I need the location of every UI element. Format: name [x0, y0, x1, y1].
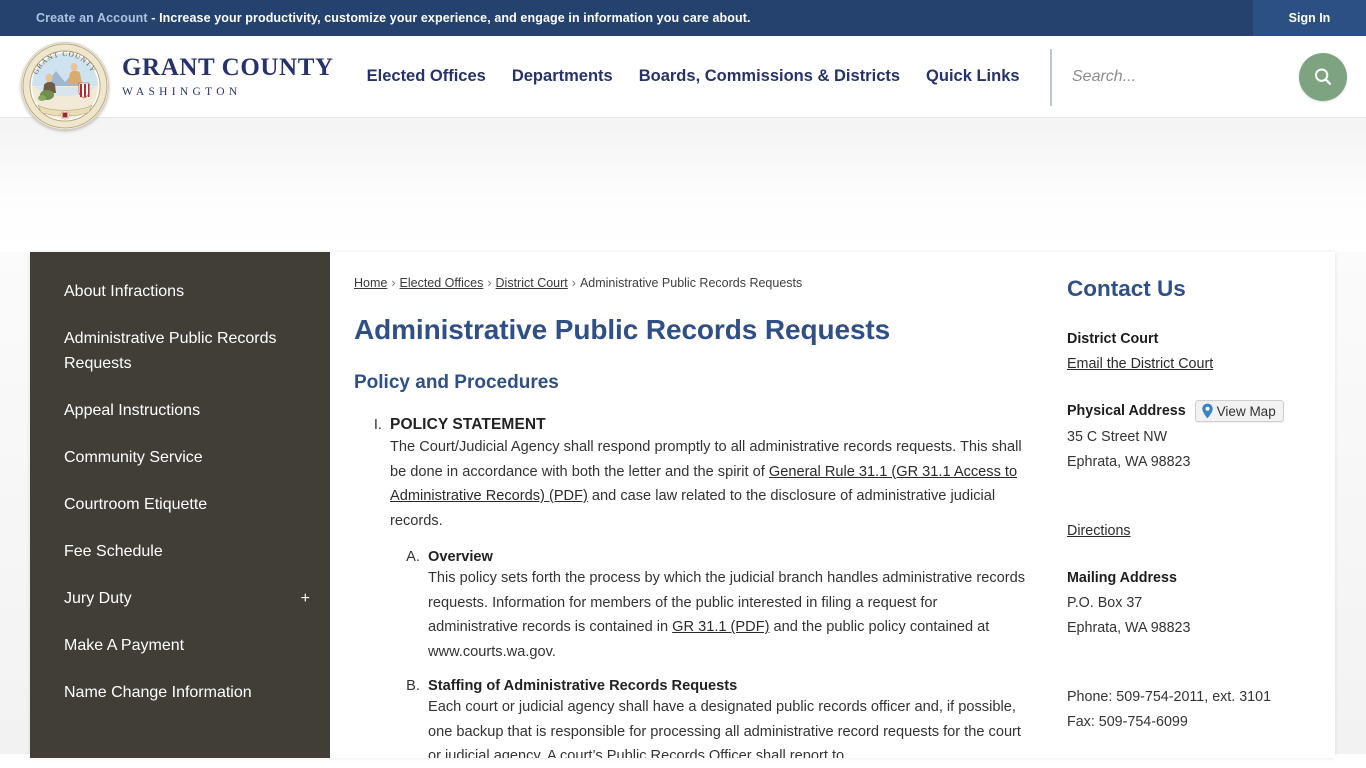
sidebar-item-label: Administrative Public Records Requests: [64, 330, 277, 372]
create-account-link[interactable]: Create an Account: [36, 11, 148, 25]
brand-block[interactable]: GRANT COUNTY WASHINGTON: [122, 55, 334, 99]
sidebar-item-administrative-public-records-requests[interactable]: Administrative Public Records Requests: [30, 315, 330, 387]
breadcrumb-item-elected-offices[interactable]: Elected Offices: [400, 276, 484, 290]
sidebar-item-label: Community Service: [64, 449, 203, 466]
contact-sidebar: Contact Us District Court Email the Dist…: [1055, 252, 1335, 758]
sidebar-item-community-service[interactable]: Community Service: [30, 434, 330, 481]
sidebar-item-fee-schedule[interactable]: Fee Schedule: [30, 528, 330, 575]
gr-31-1-pdf-link[interactable]: GR 31.1 (PDF): [672, 619, 769, 635]
sidebar-item-appeal-instructions[interactable]: Appeal Instructions: [30, 387, 330, 434]
policy-outline-level-2: Overview This policy sets forth the proc…: [424, 549, 1025, 758]
mailing-address-line-1: P.O. Box 37: [1067, 595, 1143, 611]
nav-item-elected-offices[interactable]: Elected Offices: [367, 67, 486, 86]
physical-address-header: Physical Address View Map: [1067, 400, 1311, 422]
grant-county-seal-logo[interactable]: GRANT COUNTY: [21, 42, 109, 130]
section-navigation-sidebar: About Infractions Administrative Public …: [30, 252, 330, 758]
physical-address-line-1: 35 C Street NW: [1067, 429, 1168, 445]
hero-banner-area: [0, 118, 1366, 252]
sidebar-item-label: Appeal Instructions: [64, 402, 201, 419]
subsection-paragraph: This policy sets forth the process by wh…: [428, 566, 1025, 664]
brand-subtitle: WASHINGTON: [122, 85, 242, 98]
physical-address-label: Physical Address: [1067, 403, 1186, 419]
section-paragraph: The Court/Judicial Agency shall respond …: [390, 435, 1025, 533]
main-navigation: Elected Offices Departments Boards, Comm…: [367, 67, 1020, 86]
search-input[interactable]: [1072, 68, 1272, 86]
site-header: GRANT COUNTY GRANT COUNTY WASHINGTON Ele…: [0, 36, 1366, 130]
page-body: About Infractions Administrative Public …: [0, 252, 1366, 758]
email-district-court-link[interactable]: Email the District Court: [1067, 353, 1213, 375]
search-divider: [1050, 48, 1052, 106]
view-map-button[interactable]: View Map: [1194, 400, 1284, 422]
policy-outline-level-1: POLICY STATEMENT The Court/Judicial Agen…: [386, 416, 1025, 758]
breadcrumb-item-home[interactable]: Home: [354, 276, 387, 290]
nav-item-boards-commissions-districts[interactable]: Boards, Commissions & Districts: [639, 67, 900, 86]
sidebar-item-label: Courtroom Etiquette: [64, 496, 208, 513]
content-card: About Infractions Administrative Public …: [30, 252, 1335, 758]
sidebar-item-label: Jury Duty: [64, 590, 132, 607]
physical-address-line-2: Ephrata, WA 98823: [1067, 454, 1191, 470]
utility-bar-text: - Increase your productivity, customize …: [147, 11, 751, 25]
sidebar-item-label: Fee Schedule: [64, 543, 163, 560]
policy-subsection-overview: Overview This policy sets forth the proc…: [424, 549, 1025, 664]
main-content: Home › Elected Offices › District Court › Admi…: [330, 252, 1055, 758]
sidebar-item-label: Make A Payment: [64, 637, 185, 654]
page-title: Administrative Public Records Requests: [354, 314, 891, 345]
seal-graphic: GRANT COUNTY: [22, 43, 108, 129]
directions-row: Directions: [1067, 520, 1311, 542]
sidebar-item-label: Name Change Information: [64, 684, 252, 701]
policy-subsection-staffing: Staffing of Administrative Records Reque…: [424, 678, 1025, 758]
directions-link[interactable]: Directions: [1067, 520, 1131, 542]
contact-heading: Contact Us: [1067, 276, 1186, 301]
brand-title: GRANT COUNTY: [122, 53, 334, 81]
search-icon: [1314, 68, 1332, 85]
breadcrumb-item-district-court[interactable]: District Court: [496, 276, 568, 290]
sidebar-item-jury-duty[interactable]: Jury Duty +: [30, 575, 330, 622]
breadcrumb-separator: ›: [391, 276, 396, 290]
sidebar-item-name-change-information[interactable]: Name Change Information: [30, 669, 330, 716]
utility-bar-message: Create an Account - Increase your produc…: [36, 11, 751, 25]
nav-item-departments[interactable]: Departments: [512, 67, 613, 86]
sidebar-item-label: About Infractions: [64, 283, 185, 300]
contact-phone: Phone: 509-754-2011, ext. 3101: [1067, 689, 1272, 705]
sidebar-item-make-a-payment[interactable]: Make A Payment: [30, 622, 330, 669]
map-pin-icon: [1201, 403, 1213, 419]
search-button[interactable]: [1299, 53, 1347, 101]
utility-bar: Create an Account - Increase your produc…: [0, 0, 1366, 36]
view-map-label: View Map: [1216, 403, 1276, 419]
search-area: [1050, 48, 1347, 106]
breadcrumb-separator: ›: [487, 276, 492, 290]
contact-fax: Fax: 509-754-6099: [1067, 714, 1188, 730]
expand-plus-icon[interactable]: +: [301, 586, 310, 611]
section-heading: POLICY STATEMENT: [390, 416, 546, 433]
nav-item-quick-links[interactable]: Quick Links: [926, 67, 1020, 86]
breadcrumb: Home › Elected Offices › District Court › Admi…: [354, 276, 1025, 290]
contact-org-name: District Court: [1067, 331, 1159, 347]
subsection-heading: Overview: [428, 549, 493, 565]
contact-email-row: Email the District Court: [1067, 353, 1311, 375]
subsection-heading: Staffing of Administrative Records Reque…: [428, 678, 738, 694]
sidebar-item-about-infractions[interactable]: About Infractions: [30, 268, 330, 315]
sign-in-button[interactable]: Sign In: [1253, 0, 1366, 36]
page-subtitle: Policy and Procedures: [354, 372, 559, 393]
sidebar-item-courtroom-etiquette[interactable]: Courtroom Etiquette: [30, 481, 330, 528]
mailing-address-line-2: Ephrata, WA 98823: [1067, 620, 1191, 636]
subsection-paragraph: Each court or judicial agency shall have…: [428, 699, 1021, 758]
mailing-address-label: Mailing Address: [1067, 570, 1177, 586]
breadcrumb-item-current: Administrative Public Records Requests: [579, 276, 803, 290]
breadcrumb-separator: ›: [571, 276, 576, 290]
policy-section-policy-statement: POLICY STATEMENT The Court/Judicial Agen…: [386, 416, 1025, 758]
